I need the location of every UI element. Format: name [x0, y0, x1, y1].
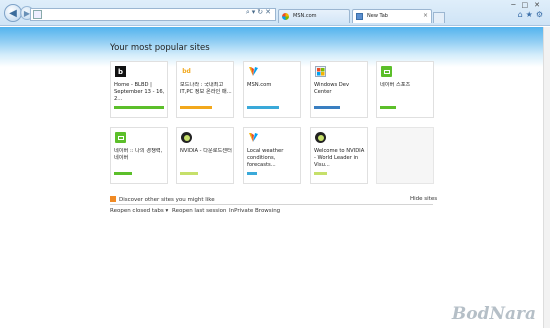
msn-butterfly-icon [248, 66, 259, 77]
close-tab-icon[interactable]: × [423, 12, 428, 19]
visit-frequency-bar [314, 172, 327, 175]
naver-logo-icon [381, 66, 392, 77]
reopen-closed-tabs-link[interactable]: Reopen closed tabs ▾ [110, 208, 168, 214]
site-tile[interactable]: NVIDIA - 다운로드센터 [176, 127, 234, 184]
site-tile[interactable]: Windows Dev Center [310, 61, 368, 118]
visit-frequency-bar [180, 172, 198, 175]
site-tile[interactable]: Welcome to NVIDIA - World Leader in Visu… [310, 127, 368, 184]
visit-frequency-bar [180, 106, 212, 109]
new-tab-button[interactable] [433, 12, 445, 23]
address-bar[interactable]: ⌕▾↻✕ [30, 8, 276, 21]
tile-title: 보드나라 : 국내최고 IT,PC 정보 온라인 매... [180, 82, 232, 95]
refresh-icon[interactable]: ↻ [257, 8, 265, 16]
bodnara-logo-icon: bd [182, 68, 191, 75]
site-tile[interactable]: bd 보드나라 : 국내최고 IT,PC 정보 온라인 매... [176, 61, 234, 118]
window-controls: ─□✕ [511, 1, 546, 9]
hide-sites-link[interactable]: Hide sites [410, 196, 437, 202]
divider [110, 204, 433, 205]
naver-logo-icon [115, 132, 126, 143]
blbd-logo-icon: b [115, 66, 126, 77]
site-tile[interactable]: b Home - BLBD | September 13 - 16, 2... [110, 61, 168, 118]
page-icon [33, 10, 42, 19]
visit-frequency-bar [114, 172, 132, 175]
site-tile[interactable]: Local weather conditions, forecasts... [243, 127, 301, 184]
empty-site-tile[interactable] [376, 127, 434, 184]
tile-title: 네이버 스포츠 [380, 82, 411, 88]
tab-label: MSN.com [293, 13, 317, 19]
toolbar-icons: ⌂★⚙ [518, 10, 546, 19]
discover-icon [110, 196, 116, 202]
tile-title: Home - BLBD | September 13 - 16, 2... [114, 82, 165, 102]
visit-frequency-bar [314, 106, 340, 109]
visit-frequency-bar [247, 106, 279, 109]
tab-label: New Tab [367, 13, 388, 19]
gear-icon[interactable]: ⚙ [536, 10, 546, 19]
tile-title: Welcome to NVIDIA - World Leader in Visu… [314, 148, 365, 168]
browser-toolbar: ◀ ▶ ⌕▾↻✕ MSN.com New Tab × ─□✕ ⌂★⚙ [0, 0, 550, 26]
address-tools: ⌕▾↻✕ [246, 8, 273, 17]
stop-icon[interactable]: ✕ [265, 8, 273, 16]
tab-new-tab[interactable]: New Tab × [352, 9, 432, 23]
site-tile[interactable]: MSN.com [243, 61, 301, 118]
reopen-last-session-link[interactable]: Reopen last session [172, 208, 226, 214]
discover-label: Discover other sites you might like [119, 197, 215, 203]
tile-title: Local weather conditions, forecasts... [247, 148, 284, 168]
minimize-icon[interactable]: ─ [511, 1, 521, 9]
close-window-icon[interactable]: ✕ [534, 1, 546, 9]
back-arrow-icon: ◀ [9, 7, 17, 19]
site-tile[interactable]: 네이버 스포츠 [376, 61, 434, 118]
tab-msn[interactable]: MSN.com [278, 9, 350, 23]
nvidia-logo-icon [315, 132, 326, 143]
discover-sites-link[interactable]: Discover other sites you might like [110, 196, 215, 203]
visit-frequency-bar [380, 106, 396, 109]
page-favicon-icon [356, 13, 363, 20]
msn-favicon-icon [282, 13, 289, 20]
site-tile[interactable]: 네이버 :: 나의 경쟁력, 네이버 [110, 127, 168, 184]
tile-title: NVIDIA - 다운로드센터 [180, 148, 232, 154]
maximize-icon[interactable]: □ [522, 1, 535, 9]
visit-frequency-bar [114, 106, 164, 109]
nvidia-logo-icon [181, 132, 192, 143]
page-title: Your most popular sites [110, 43, 210, 53]
tile-title: 네이버 :: 나의 경쟁력, 네이버 [114, 148, 163, 161]
vertical-scrollbar[interactable] [543, 27, 550, 328]
inprivate-browsing-link[interactable]: InPrivate Browsing [229, 208, 280, 214]
visit-frequency-bar [247, 172, 257, 175]
watermark-logo: BodNara [451, 304, 536, 324]
windows-dev-center-icon [315, 66, 326, 77]
home-icon[interactable]: ⌂ [518, 10, 526, 19]
tile-title: MSN.com [247, 82, 272, 88]
msn-butterfly-icon [248, 132, 259, 143]
tile-title: Windows Dev Center [314, 82, 350, 95]
favorites-star-icon[interactable]: ★ [526, 10, 536, 19]
